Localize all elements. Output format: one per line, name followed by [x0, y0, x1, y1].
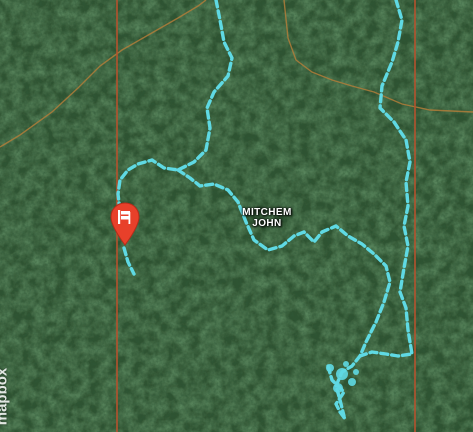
- mapbox-attribution[interactable]: mapbox: [0, 368, 10, 426]
- map-view[interactable]: MITCHEM JOHN mapbox: [0, 0, 473, 432]
- place-label-line2: JOHN: [252, 218, 282, 229]
- place-label: MITCHEM JOHN: [228, 207, 306, 229]
- place-label-line1: MITCHEM: [242, 207, 292, 218]
- trailhead-marker[interactable]: [108, 200, 142, 246]
- trailhead-icon: [110, 202, 140, 246]
